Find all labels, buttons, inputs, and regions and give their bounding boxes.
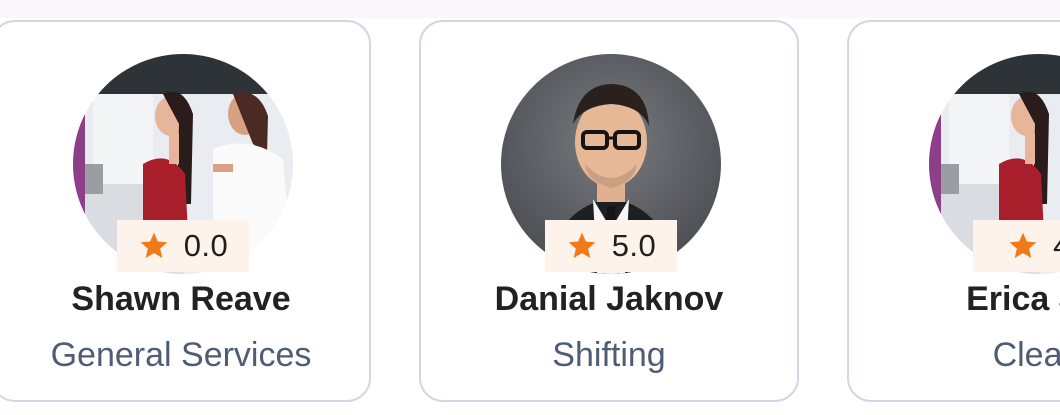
provider-category: Shifting: [552, 336, 666, 374]
rating-badge: 5.0: [545, 220, 677, 272]
rating-badge: 0.0: [117, 220, 249, 272]
rating-value: 4: [1053, 228, 1060, 264]
provider-card-danial-jaknov[interactable]: 5.0 Danial Jaknov Shifting: [419, 20, 799, 402]
star-icon: [140, 232, 168, 258]
rating-value: 5.0: [611, 228, 657, 263]
provider-name: Shawn Reave: [71, 280, 291, 318]
rating-badge: 4: [973, 220, 1060, 272]
provider-category: General Services: [50, 336, 312, 374]
provider-name: Erica Jol: [966, 280, 1060, 318]
provider-category: Clean: [992, 336, 1060, 374]
provider-name: Danial Jaknov: [494, 280, 724, 318]
provider-carousel[interactable]: 0.0 Shawn Reave General Services 5.0 Dan…: [0, 0, 1060, 415]
star-icon: [1009, 232, 1037, 258]
provider-card-shawn-reave[interactable]: 0.0 Shawn Reave General Services: [0, 20, 371, 402]
provider-card-erica[interactable]: 4 Erica Jol Clean: [847, 20, 1060, 402]
rating-value: 0.0: [183, 228, 229, 263]
star-icon: [568, 232, 596, 258]
